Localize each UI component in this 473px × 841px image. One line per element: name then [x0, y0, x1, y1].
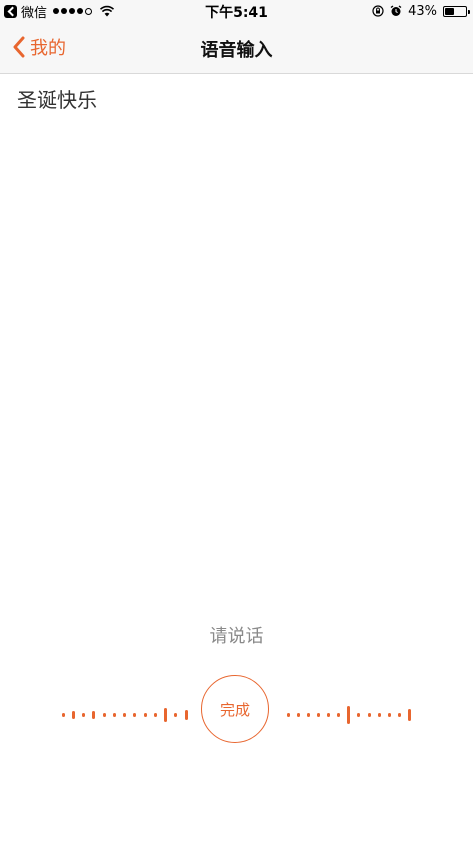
- status-bar: 微信 下午5:41 43%: [0, 0, 473, 22]
- waveform-bar: [408, 709, 411, 721]
- waveform-bar: [337, 713, 340, 717]
- waveform-bar: [287, 713, 290, 717]
- battery-percent: 43%: [408, 3, 437, 19]
- voice-waveform-right: [0, 672, 473, 752]
- waveform-bar: [317, 713, 320, 717]
- battery-icon: [443, 5, 470, 17]
- waveform-bar: [398, 713, 401, 717]
- waveform-bar: [327, 713, 330, 717]
- waveform-bar: [388, 713, 391, 717]
- page-title: 语音输入: [200, 40, 273, 61]
- speak-prompt: 请说话: [209, 626, 264, 647]
- waveform-bar: [307, 713, 310, 717]
- navigation-bar: 我的 语音输入: [0, 22, 473, 74]
- alarm-icon: [390, 5, 402, 16]
- voice-input-area: 完成: [0, 672, 473, 752]
- waveform-bar: [368, 713, 371, 717]
- battery-level-fill: [445, 7, 454, 15]
- waveform-bar: [357, 713, 360, 717]
- waveform-bar: [297, 713, 300, 717]
- recognized-text[interactable]: 圣诞快乐: [17, 84, 97, 113]
- waveform-bar: [378, 713, 381, 717]
- orientation-lock-icon: [372, 5, 384, 17]
- waveform-bar: [347, 706, 350, 724]
